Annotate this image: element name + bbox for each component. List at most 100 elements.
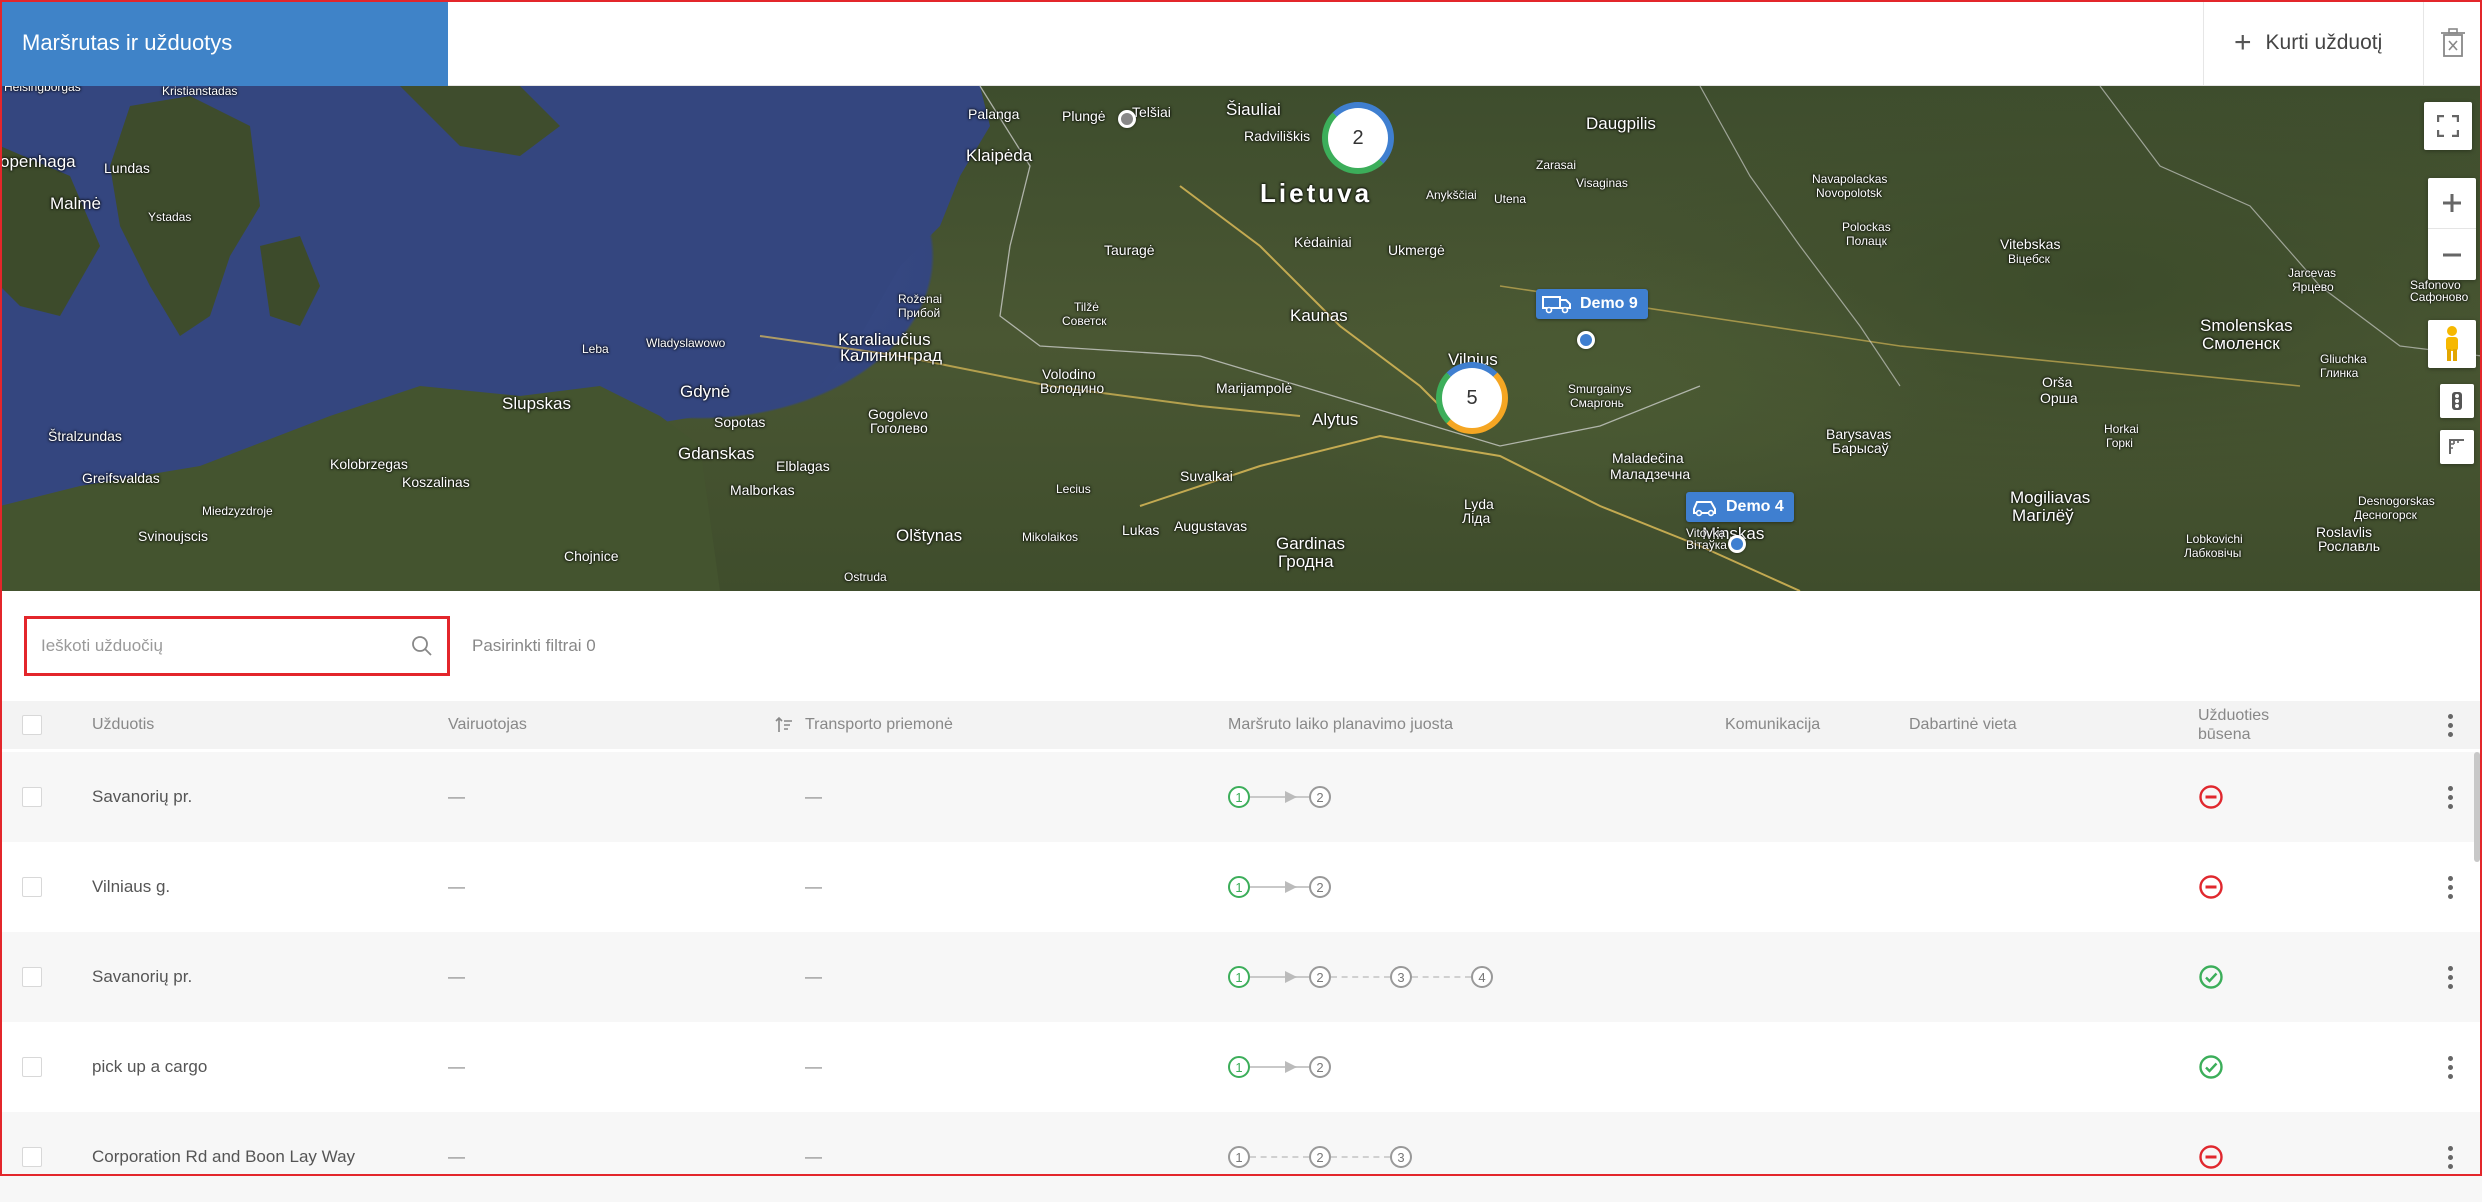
- row-menu-button[interactable]: [2438, 1112, 2462, 1202]
- route-segment: [1250, 1156, 1309, 1158]
- route-stop[interactable]: 1: [1228, 1056, 1250, 1078]
- map-city-label: Zarasai: [1536, 158, 1577, 172]
- table-row[interactable]: Savanorių pr. — — 1 2 3 4: [0, 932, 2482, 1022]
- route-stop[interactable]: 2: [1309, 876, 1331, 898]
- map-city-label: Рославль: [2318, 538, 2381, 554]
- map-city-label: Wladyslawowo: [646, 336, 726, 350]
- column-driver[interactable]: Vairuotojas: [448, 701, 527, 749]
- route-timeline: 12: [1228, 752, 1331, 842]
- traffic-button[interactable]: [2440, 384, 2474, 418]
- column-communication[interactable]: Komunikacija: [1725, 701, 1820, 749]
- map-city-label: Советск: [1062, 314, 1107, 328]
- task-name[interactable]: pick up a cargo: [92, 1022, 207, 1112]
- create-task-button[interactable]: + Kurti užduotį: [2203, 0, 2423, 86]
- map-city-label: Горкі: [2106, 436, 2133, 450]
- map-city-label: Kėdainiai: [1294, 234, 1352, 250]
- fullscreen-button[interactable]: [2424, 102, 2472, 150]
- route-stop[interactable]: 2: [1309, 786, 1331, 808]
- zoom-control: [2428, 178, 2476, 280]
- route-stop[interactable]: 4: [1471, 966, 1493, 988]
- route-stop[interactable]: 2: [1309, 966, 1331, 988]
- map-city-label: Полацк: [1846, 234, 1887, 248]
- vehicle-marker[interactable]: [1577, 331, 1595, 349]
- vehicle-label[interactable]: Demo 4: [1686, 492, 1794, 522]
- row-checkbox[interactable]: [22, 1147, 42, 1167]
- map-view[interactable]: Helsingborgas Kristianstadas openhaga Lu…: [0, 86, 2482, 591]
- map-city-label: Глинка: [2320, 366, 2359, 380]
- route-stop[interactable]: 1: [1228, 876, 1250, 898]
- column-task[interactable]: Užduotis: [92, 701, 154, 749]
- sort-button[interactable]: [775, 701, 793, 749]
- map-city-label: Ystadas: [148, 210, 192, 224]
- route-stop[interactable]: 2: [1309, 1146, 1331, 1168]
- map-city-label: Desnogorskas: [2358, 494, 2435, 508]
- check-circle-icon[interactable]: [2198, 1054, 2224, 1080]
- table-row[interactable]: Savanorių pr. — — 12: [0, 752, 2482, 842]
- row-menu-button[interactable]: [2438, 932, 2462, 1022]
- map-city-label: Вітаўка: [1686, 538, 1727, 552]
- column-timeline[interactable]: Maršruto laiko planavimo juosta: [1228, 701, 1453, 749]
- row-checkbox[interactable]: [22, 1057, 42, 1077]
- task-name[interactable]: Corporation Rd and Boon Lay Way: [92, 1112, 355, 1202]
- row-menu-button[interactable]: [2438, 1022, 2462, 1112]
- row-checkbox[interactable]: [22, 967, 42, 987]
- page-title[interactable]: Maršrutas ir užduotys: [0, 0, 448, 86]
- row-menu-button[interactable]: [2438, 752, 2462, 842]
- map-cluster[interactable]: 5: [1436, 362, 1508, 434]
- map-city-label: Svinoujscis: [138, 528, 209, 544]
- table-row[interactable]: pick up a cargo — — 12: [0, 1022, 2482, 1112]
- task-name[interactable]: Savanorių pr.: [92, 752, 192, 842]
- zoom-out-button[interactable]: [2428, 229, 2476, 280]
- column-menu-button[interactable]: [2438, 701, 2462, 749]
- check-circle-icon[interactable]: [2198, 964, 2224, 990]
- map-city-label: Chojnice: [564, 548, 619, 564]
- route-segment: [1250, 881, 1309, 893]
- search-box: [24, 616, 450, 676]
- map-cluster[interactable]: 2: [1322, 102, 1394, 174]
- column-status[interactable]: Užduoties būsena: [2198, 701, 2269, 749]
- table-scrollbar[interactable]: [2474, 752, 2480, 862]
- column-location[interactable]: Dabartinė vieta: [1909, 701, 2017, 749]
- column-vehicle[interactable]: Transporto priemonė: [805, 701, 953, 749]
- table-row[interactable]: Vilniaus g. — — 12: [0, 842, 2482, 932]
- minus-circle-icon[interactable]: [2198, 784, 2224, 810]
- vehicle-name: Demo 4: [1726, 498, 1784, 515]
- select-all-checkbox[interactable]: [22, 715, 42, 735]
- minus-circle-icon[interactable]: [2198, 1144, 2224, 1170]
- selected-filters[interactable]: Pasirinkti filtrai 0: [472, 636, 596, 656]
- map-marker[interactable]: [1118, 110, 1136, 128]
- route-stop[interactable]: 1: [1228, 966, 1250, 988]
- street-view-button[interactable]: [2428, 320, 2476, 368]
- map-city-label: Suvalkai: [1180, 468, 1233, 484]
- map-city-label: Tauragė: [1104, 242, 1155, 258]
- route-stop[interactable]: 1: [1228, 1146, 1250, 1168]
- route-segment: [1331, 1156, 1390, 1158]
- route-stop[interactable]: 3: [1390, 966, 1412, 988]
- table-row[interactable]: Corporation Rd and Boon Lay Way — — 1 2 3: [0, 1112, 2482, 1202]
- row-checkbox[interactable]: [22, 877, 42, 897]
- delete-button[interactable]: [2423, 0, 2482, 86]
- search-input[interactable]: [41, 636, 411, 656]
- vehicle-marker[interactable]: [1728, 535, 1746, 553]
- minus-circle-icon[interactable]: [2198, 874, 2224, 900]
- map-city-label: Mogiliavas: [2010, 488, 2091, 507]
- route-stop[interactable]: 1: [1228, 786, 1250, 808]
- map-city-label: Horkai: [2104, 422, 2139, 436]
- route-stop[interactable]: 2: [1309, 1056, 1331, 1078]
- map-city-label: Anykščiai: [1426, 188, 1477, 202]
- driver-value: —: [448, 877, 465, 896]
- task-name[interactable]: Savanorių pr.: [92, 932, 192, 1022]
- row-checkbox[interactable]: [22, 787, 42, 807]
- map-city-label: Marijampolė: [1216, 380, 1293, 396]
- status-badge: [2198, 752, 2224, 842]
- vehicle-label[interactable]: Demo 9: [1536, 289, 1648, 319]
- route-stop[interactable]: 3: [1390, 1146, 1412, 1168]
- map-city-label: Miedzyzdroje: [202, 504, 273, 518]
- zoom-in-button[interactable]: [2428, 178, 2476, 229]
- row-menu-button[interactable]: [2438, 842, 2462, 932]
- map-city-label: Utena: [1494, 192, 1527, 206]
- map-city-label: Kaunas: [1290, 306, 1348, 325]
- task-name[interactable]: Vilniaus g.: [92, 842, 170, 932]
- search-icon[interactable]: [411, 635, 433, 657]
- measure-button[interactable]: [2440, 430, 2474, 464]
